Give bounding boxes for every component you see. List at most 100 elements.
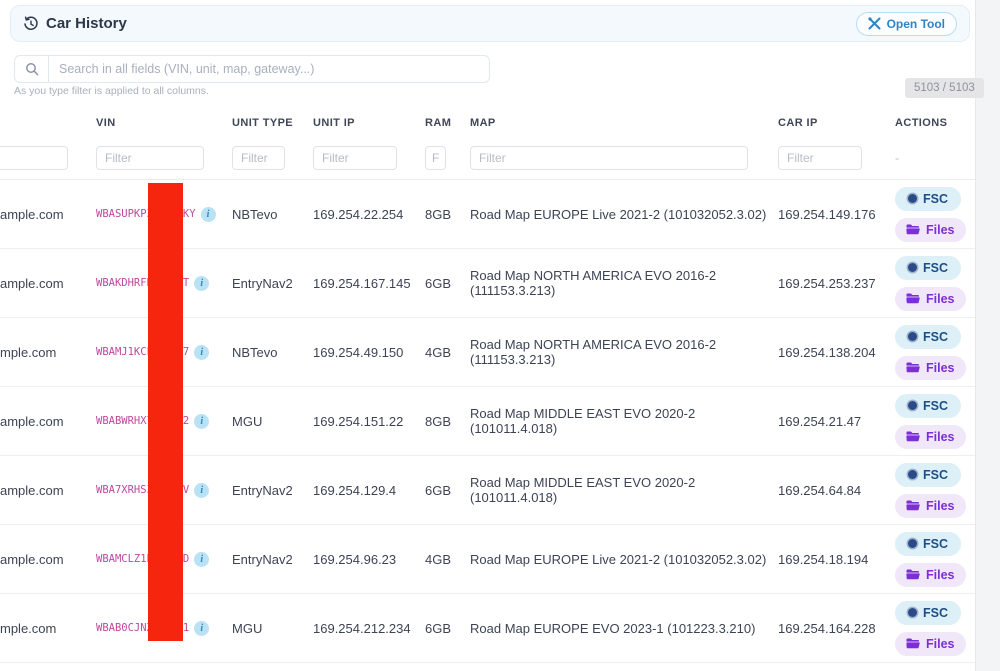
col-header-vin: VIN bbox=[96, 117, 116, 129]
car-ip-value: 169.254.164.228 bbox=[778, 620, 876, 636]
files-button[interactable]: Files bbox=[895, 424, 966, 449]
table-row: ample.com WBA7XRHSZ V i EntryNav2 169.25… bbox=[0, 456, 975, 525]
vin-link-suffix[interactable]: KY bbox=[183, 208, 196, 220]
actions-cell: FSC Files bbox=[895, 600, 975, 656]
ram-value: 4GB bbox=[425, 344, 452, 360]
filter-ram-input[interactable] bbox=[425, 145, 446, 170]
unit-ip-value: 169.254.212.234 bbox=[313, 620, 411, 636]
vin-link[interactable]: WBA7XRHSZ bbox=[96, 484, 153, 496]
filter-unit-type-input[interactable] bbox=[232, 145, 285, 170]
map-value: Road Map EUROPE EVO 2023-1 (101223.3.210… bbox=[470, 620, 756, 636]
info-icon[interactable]: i bbox=[194, 413, 210, 429]
vin-link[interactable]: WBAMCLZ1B bbox=[96, 553, 153, 565]
col-header-unit-type: UNIT TYPE bbox=[232, 117, 294, 129]
files-button[interactable]: Files bbox=[895, 217, 966, 242]
table-row: mple.com WBAMJ1KCE 7 i NBTevo 169.254.49… bbox=[0, 318, 975, 387]
fsc-button[interactable]: FSC bbox=[895, 255, 961, 280]
files-button[interactable]: Files bbox=[895, 562, 966, 587]
folder-icon bbox=[906, 431, 920, 442]
search-input[interactable] bbox=[49, 56, 489, 82]
files-button[interactable]: Files bbox=[895, 286, 966, 311]
folder-icon bbox=[906, 638, 920, 649]
files-button[interactable]: Files bbox=[895, 631, 966, 656]
history-icon bbox=[23, 16, 39, 32]
actions-cell: FSC Files bbox=[895, 255, 975, 311]
files-button-label: Files bbox=[926, 222, 955, 237]
fsc-button[interactable]: FSC bbox=[895, 600, 961, 625]
vin-link-suffix[interactable]: V bbox=[183, 484, 189, 496]
info-icon[interactable]: i bbox=[194, 275, 210, 291]
vin-link[interactable]: WBAMJ1KCE bbox=[96, 346, 153, 358]
unit-ip-value: 169.254.49.150 bbox=[313, 344, 404, 360]
filter-account-input[interactable] bbox=[0, 145, 68, 170]
ram-value: 6GB bbox=[425, 275, 452, 291]
folder-icon bbox=[906, 362, 920, 373]
map-value: Road Map EUROPE Live 2021-2 (101032052.3… bbox=[470, 206, 767, 222]
filter-unit-ip-input[interactable] bbox=[313, 145, 397, 170]
vin-link-suffix[interactable]: 2 bbox=[183, 415, 189, 427]
info-icon[interactable]: i bbox=[194, 482, 210, 498]
vin-link[interactable]: WBASUPKPZ bbox=[96, 208, 153, 220]
search-icon-segment bbox=[15, 56, 49, 82]
files-button-label: Files bbox=[926, 291, 955, 306]
account-email: ample.com bbox=[0, 275, 64, 291]
vin-link[interactable]: WBABWRHX7 bbox=[96, 415, 153, 427]
title-wrap: Car History bbox=[23, 15, 127, 32]
files-button-label: Files bbox=[926, 567, 955, 582]
gear-icon bbox=[908, 401, 917, 410]
files-button[interactable]: Files bbox=[895, 493, 966, 518]
gear-icon bbox=[908, 608, 917, 617]
filter-vin-input[interactable] bbox=[96, 145, 204, 170]
files-button-label: Files bbox=[926, 360, 955, 375]
filter-map-input[interactable] bbox=[470, 145, 748, 170]
files-button[interactable]: Files bbox=[895, 355, 966, 380]
fsc-button[interactable]: FSC bbox=[895, 531, 961, 556]
fsc-button[interactable]: FSC bbox=[895, 186, 961, 211]
files-button-label: Files bbox=[926, 498, 955, 513]
files-button-label: Files bbox=[926, 429, 955, 444]
info-icon[interactable]: i bbox=[200, 206, 216, 222]
search-hint: As you type filter is applied to all col… bbox=[14, 85, 209, 97]
fsc-button[interactable]: FSC bbox=[895, 462, 961, 487]
unit-type-value: EntryNav2 bbox=[232, 482, 293, 498]
ram-value: 8GB bbox=[425, 206, 452, 222]
vin-link-suffix[interactable]: 7 bbox=[183, 346, 189, 358]
map-value: Road Map MIDDLE EAST EVO 2020-2 (101011.… bbox=[470, 475, 696, 505]
filter-car-ip-input[interactable] bbox=[778, 145, 862, 170]
vin-link-suffix[interactable]: D bbox=[183, 553, 189, 565]
info-icon[interactable]: i bbox=[194, 551, 210, 567]
gear-icon bbox=[908, 539, 917, 548]
folder-icon bbox=[906, 569, 920, 580]
vin-link-suffix[interactable]: 1 bbox=[183, 622, 189, 634]
unit-ip-value: 169.254.129.4 bbox=[313, 482, 397, 498]
fsc-button-label: FSC bbox=[923, 398, 948, 413]
unit-type-value: EntryNav2 bbox=[232, 551, 293, 567]
vin-link-suffix[interactable]: T bbox=[183, 277, 189, 289]
map-value: Road Map NORTH AMERICA EVO 2016-2 (11115… bbox=[470, 268, 717, 298]
unit-type-value: NBTevo bbox=[232, 344, 278, 360]
folder-icon bbox=[906, 500, 920, 511]
page-right-gutter bbox=[975, 0, 1000, 671]
col-header-ram: RAM bbox=[425, 117, 452, 129]
actions-filter-placeholder: - bbox=[895, 150, 899, 165]
info-icon[interactable]: i bbox=[194, 620, 210, 636]
table-header-row: VIN UNIT TYPE UNIT IP RAM MAP CAR IP ACT… bbox=[0, 110, 975, 136]
car-ip-value: 169.254.149.176 bbox=[778, 206, 876, 222]
info-icon[interactable]: i bbox=[194, 344, 210, 360]
fsc-button[interactable]: FSC bbox=[895, 324, 961, 349]
open-tool-button[interactable]: Open Tool bbox=[855, 11, 957, 36]
ram-value: 4GB bbox=[425, 551, 452, 567]
car-ip-value: 169.254.138.204 bbox=[778, 344, 876, 360]
open-tool-label: Open Tool bbox=[886, 16, 945, 31]
unit-type-value: MGU bbox=[232, 620, 263, 636]
fsc-button-label: FSC bbox=[923, 605, 948, 620]
col-header-map: MAP bbox=[470, 117, 496, 129]
fsc-button[interactable]: FSC bbox=[895, 393, 961, 418]
vin-link[interactable]: WBAKDHRFR bbox=[96, 277, 153, 289]
fsc-button-label: FSC bbox=[923, 260, 948, 275]
account-email: ample.com bbox=[0, 206, 64, 222]
vin-link[interactable]: WBAB0CJNX bbox=[96, 622, 153, 634]
gear-icon bbox=[908, 332, 917, 341]
ram-value: 8GB bbox=[425, 413, 452, 429]
gear-icon bbox=[908, 263, 917, 272]
